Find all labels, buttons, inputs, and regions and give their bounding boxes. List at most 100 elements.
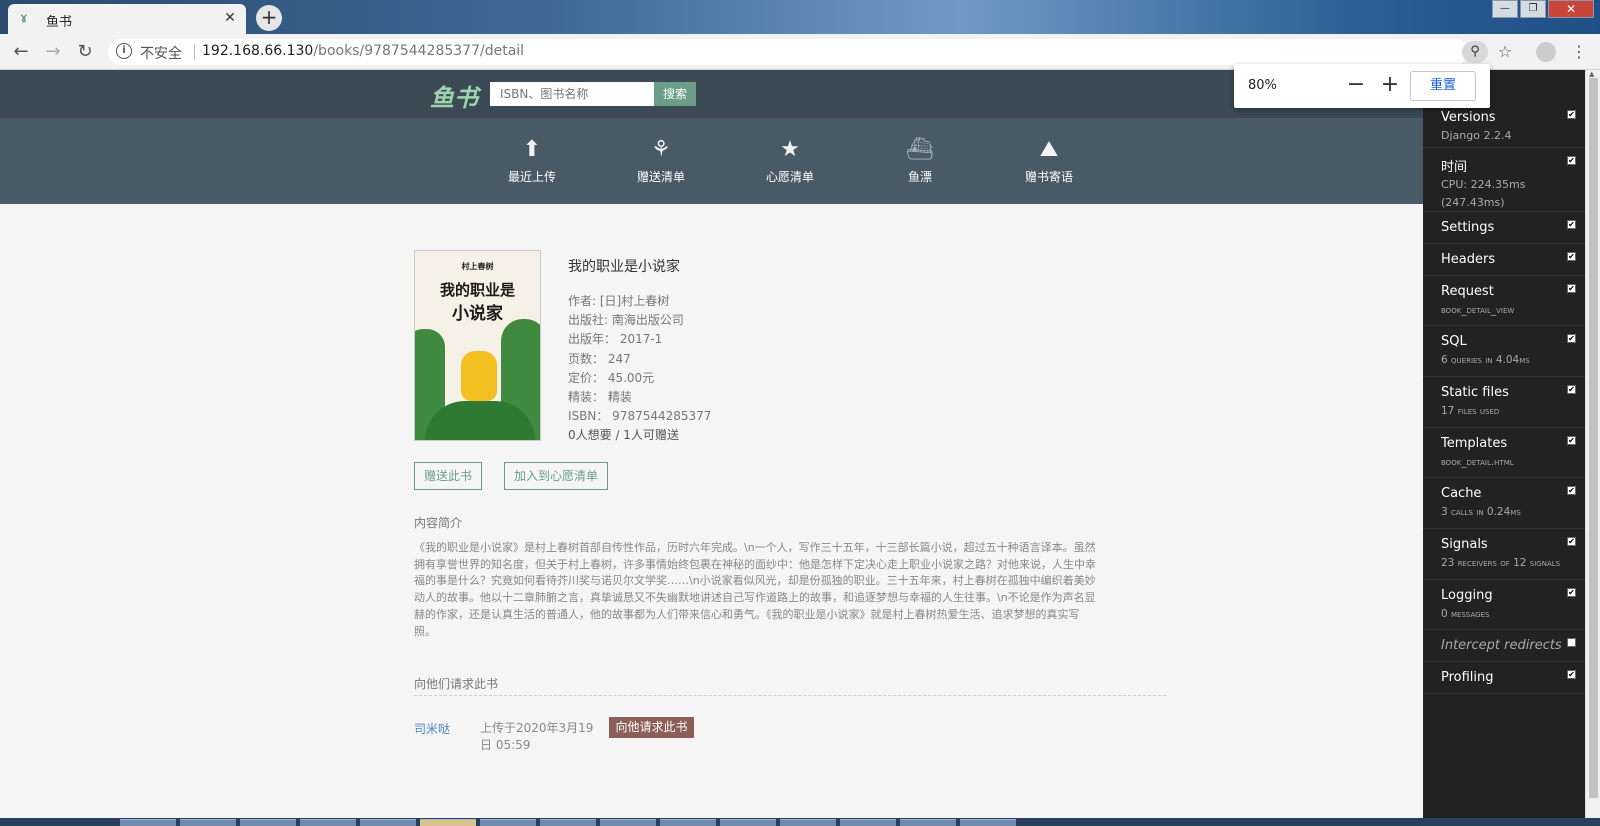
taskbar-item[interactable] [240, 819, 296, 826]
djdt-checkbox[interactable]: ✔ [1567, 220, 1576, 229]
request-book-button[interactable]: 向他请求此书 [609, 717, 694, 738]
close-tab-icon[interactable]: ✕ [222, 10, 238, 26]
book-publisher: 出版社: 南海出版公司 [568, 313, 684, 327]
djdt-panel-sql[interactable]: SQL 6 queries in 4.04ms ✔ [1423, 326, 1585, 377]
djdt-panel-request[interactable]: Request book_detail_view ✔ [1423, 276, 1585, 326]
taskbar-item[interactable] [540, 819, 596, 826]
back-arrow-icon[interactable]: ← [10, 41, 32, 63]
djdt-panel-settings[interactable]: Settings ✔ [1423, 212, 1585, 244]
security-label[interactable]: 不安全 [140, 43, 182, 63]
zoom-in-button[interactable]: + [1378, 72, 1402, 98]
taskbar-item[interactable] [900, 819, 956, 826]
fish-book-favicon-icon: ɤ [20, 11, 28, 26]
djdt-panel-name: Logging [1441, 588, 1493, 603]
window-controls: — ❐ ✕ [1490, 0, 1594, 18]
djdt-checkbox[interactable]: ✔ [1567, 334, 1576, 343]
request-heading: 向他们请求此书 [414, 677, 499, 691]
menu-recent-uploads[interactable]: ⬆ 最近上传 [482, 118, 582, 204]
djdt-checkbox[interactable]: ✔ [1567, 385, 1576, 394]
mountain-icon: ⛰ [1039, 137, 1059, 162]
djdt-panel-signals[interactable]: Signals 23 receivers of 12 signals ✔ [1423, 529, 1585, 580]
address-bar[interactable]: i 不安全 192.168.66.130/books/9787544285377… [108, 39, 1468, 65]
djdt-checkbox[interactable] [1567, 638, 1576, 647]
django-debug-toolbar: Versions Django 2.2.4 ✔ 时间 CPU: 224.35ms… [1423, 70, 1585, 818]
address-separator [194, 44, 195, 60]
djdt-checkbox[interactable]: ✔ [1567, 252, 1576, 261]
djdt-panel-headers[interactable]: Headers ✔ [1423, 244, 1585, 276]
djdt-panel-versions[interactable]: Versions Django 2.2.4 ✔ [1423, 102, 1585, 148]
bookmark-star-icon[interactable]: ☆ [1494, 41, 1516, 63]
djdt-panel-static-files[interactable]: Static files 17 files used ✔ [1423, 377, 1585, 428]
page-content: 鱼书 搜索 ⬆ 最近上传 ⚘ 赠送清单 ★ 心愿清单 ⛴ 鱼漂 ⛰ 赠书寄语 村… [0, 70, 1423, 818]
more-menu-icon[interactable]: ⋮ [1568, 41, 1590, 63]
taskbar-item[interactable] [360, 819, 416, 826]
minimize-button[interactable]: — [1492, 0, 1518, 18]
book-price: 定价： 45.00元 [568, 371, 655, 385]
cover-author: 村上春树 [461, 262, 494, 271]
menu-label: 心愿清单 [765, 170, 814, 184]
djdt-panel-sub: 3 calls in 0.24ms [1441, 506, 1521, 518]
scrollbar-thumb[interactable] [1589, 78, 1598, 798]
menu-label: 赠送清单 [636, 170, 685, 184]
taskbar-item[interactable] [720, 819, 776, 826]
zoom-magnifier-icon[interactable]: ⚲ [1462, 41, 1488, 63]
djdt-panel-name: Request [1441, 284, 1494, 299]
cover-cat [461, 351, 497, 401]
book-author: 作者: [日]村上春树 [568, 294, 670, 308]
djdt-panel-sub: 23 receivers of 12 signals [1441, 557, 1561, 569]
taskbar-item[interactable] [180, 819, 236, 826]
taskbar-item[interactable] [600, 819, 656, 826]
djdt-panel-name: Signals [1441, 537, 1488, 552]
djdt-panel-sub: Django 2.2.4 [1441, 129, 1512, 142]
djdt-panel-name: Versions [1441, 110, 1496, 125]
taskbar-item[interactable] [660, 819, 716, 826]
zoom-out-button[interactable]: − [1344, 72, 1368, 98]
page-scrollbar[interactable]: ▲ [1585, 70, 1600, 818]
new-tab-button[interactable]: + [256, 5, 282, 31]
menu-wish-list[interactable]: ★ 心愿清单 [740, 118, 840, 204]
djdt-checkbox[interactable]: ✔ [1567, 436, 1576, 445]
menu-drift[interactable]: ⛴ 鱼漂 [870, 118, 970, 204]
info-icon[interactable]: i [116, 43, 132, 59]
djdt-checkbox[interactable]: ✔ [1567, 156, 1576, 165]
gift-this-book-button[interactable]: 赠送此书 [414, 462, 482, 490]
djdt-checkbox[interactable]: ✔ [1567, 670, 1576, 679]
djdt-checkbox[interactable]: ✔ [1567, 588, 1576, 597]
djdt-panel-templates[interactable]: Templates book_detail.html ✔ [1423, 428, 1585, 478]
djdt-checkbox[interactable]: ✔ [1567, 110, 1576, 119]
search-button[interactable]: 搜索 [654, 82, 696, 106]
scroll-up-icon[interactable]: ▲ [1589, 70, 1594, 78]
taskbar-item[interactable] [300, 819, 356, 826]
site-logo[interactable]: 鱼书 [430, 78, 478, 113]
section-divider [414, 695, 1166, 696]
djdt-checkbox[interactable]: ✔ [1567, 486, 1576, 495]
close-window-button[interactable]: ✕ [1548, 0, 1594, 18]
taskbar-item[interactable] [780, 819, 836, 826]
menu-gift-list[interactable]: ⚘ 赠送清单 [611, 118, 711, 204]
djdt-panel-intercept-redirects[interactable]: Intercept redirects [1423, 630, 1585, 662]
taskbar-item[interactable] [960, 819, 1016, 826]
zoom-reset-button[interactable]: 重置 [1410, 71, 1476, 101]
taskbar-item[interactable] [480, 819, 536, 826]
djdt-panel-logging[interactable]: Logging 0 messages ✔ [1423, 580, 1585, 630]
flower-icon: ⚘ [651, 137, 671, 162]
reload-icon[interactable]: ↻ [74, 41, 96, 63]
djdt-panel-time[interactable]: 时间 CPU: 224.35ms (247.43ms) ✔ [1423, 148, 1585, 212]
forward-arrow-icon[interactable]: → [42, 41, 64, 63]
taskbar-item[interactable] [840, 819, 896, 826]
profile-avatar-icon[interactable] [1536, 42, 1556, 62]
maximize-button[interactable]: ❐ [1520, 0, 1546, 18]
djdt-panel-cache[interactable]: Cache 3 calls in 0.24ms ✔ [1423, 478, 1585, 529]
djdt-panel-sub: 17 files used [1441, 405, 1500, 417]
taskbar-item[interactable] [420, 819, 476, 826]
djdt-checkbox[interactable]: ✔ [1567, 284, 1576, 293]
menu-gift-messages[interactable]: ⛰ 赠书寄语 [999, 118, 1099, 204]
browser-tab[interactable]: ɤ 鱼书 ✕ [8, 4, 246, 34]
add-to-wishlist-button[interactable]: 加入到心愿清单 [504, 462, 608, 490]
url-text[interactable]: 192.168.66.130/books/9787544285377/detai… [202, 43, 524, 59]
gift-user-link[interactable]: 司米哒 [414, 720, 450, 737]
search-input[interactable] [490, 82, 654, 106]
djdt-panel-profiling[interactable]: Profiling ✔ [1423, 662, 1585, 694]
djdt-checkbox[interactable]: ✔ [1567, 537, 1576, 546]
taskbar-item[interactable] [120, 819, 176, 826]
